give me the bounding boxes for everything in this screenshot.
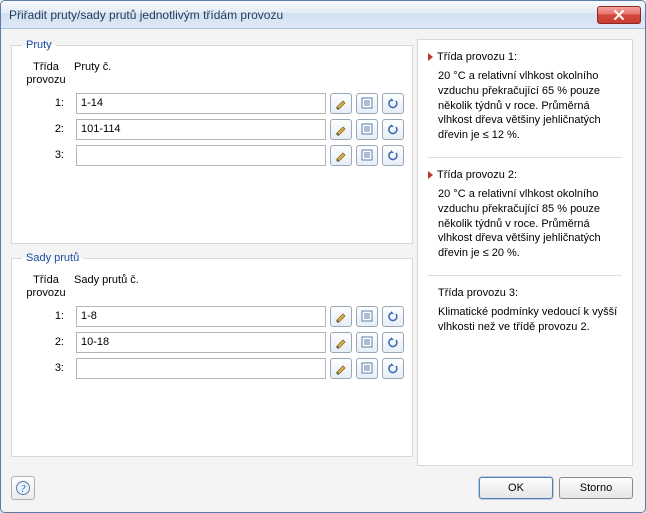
members-row-label: 3: <box>20 149 72 161</box>
members-row-label: 1: <box>20 97 72 109</box>
main-area: Pruty Třída provozu Pruty č. 1: <box>11 39 633 466</box>
members-row-label: 2: <box>20 123 72 135</box>
sets-row-label: 2: <box>20 336 72 348</box>
sets-input-1[interactable] <box>76 306 326 327</box>
picker-icon <box>334 122 348 136</box>
info-class2: Třída provozu 2: 20 °C a relativní vlhko… <box>428 168 622 261</box>
info-class2-title: Třída provozu 2: <box>437 168 517 183</box>
pick-button[interactable] <box>330 332 352 353</box>
members-input-2[interactable] <box>76 119 326 140</box>
info-class1-title: Třída provozu 1: <box>437 50 517 65</box>
reset-button[interactable] <box>382 306 404 327</box>
list-button[interactable] <box>356 358 378 379</box>
members-header: Třída provozu Pruty č. <box>20 61 404 86</box>
divider <box>428 157 622 158</box>
svg-text:?: ? <box>21 484 26 495</box>
info-class1-text: 20 °C a relativní vlhkost okolního vzduc… <box>428 69 622 143</box>
close-icon <box>613 10 625 20</box>
members-input-3[interactable] <box>76 145 326 166</box>
info-class3-title: Třída provozu 3: <box>438 286 518 301</box>
pick-button[interactable] <box>330 306 352 327</box>
pick-button[interactable] <box>330 358 352 379</box>
bullet-icon <box>428 53 433 61</box>
sets-header: Třída provozu Sady prutů č. <box>20 274 404 299</box>
picker-icon <box>334 361 348 375</box>
group-sets: Sady prutů Třída provozu Sady prutů č. 1… <box>11 252 413 457</box>
info-class1: Třída provozu 1: 20 °C a relativní vlhko… <box>428 50 622 143</box>
pick-button[interactable] <box>330 145 352 166</box>
divider <box>428 275 622 276</box>
reset-button[interactable] <box>382 119 404 140</box>
group-sets-legend: Sady prutů <box>22 252 83 264</box>
window-title: Přiřadit pruty/sady prutů jednotlivým tř… <box>9 8 597 22</box>
list-button[interactable] <box>356 145 378 166</box>
undo-icon <box>386 335 400 349</box>
picker-icon <box>334 309 348 323</box>
picker-icon <box>334 148 348 162</box>
help-button[interactable]: ? <box>11 476 35 500</box>
sets-input-2[interactable] <box>76 332 326 353</box>
undo-icon <box>386 122 400 136</box>
client-area: Pruty Třída provozu Pruty č. 1: <box>1 29 645 512</box>
group-members: Pruty Třída provozu Pruty č. 1: <box>11 39 413 244</box>
list-icon <box>360 309 374 323</box>
sets-header-class: Třída provozu <box>20 274 72 299</box>
close-button[interactable] <box>597 6 641 24</box>
dialog-window: Přiřadit pruty/sady prutů jednotlivým tř… <box>0 0 646 513</box>
info-class3-text: Klimatické podmínky vedoucí k vyšší vlhk… <box>428 305 622 335</box>
pick-button[interactable] <box>330 93 352 114</box>
bullet-icon <box>428 171 433 179</box>
reset-button[interactable] <box>382 358 404 379</box>
reset-button[interactable] <box>382 93 404 114</box>
pick-button[interactable] <box>330 119 352 140</box>
list-button[interactable] <box>356 119 378 140</box>
list-button[interactable] <box>356 93 378 114</box>
sets-header-list: Sady prutů č. <box>72 274 404 299</box>
help-icon: ? <box>15 480 31 496</box>
info-panel: Třída provozu 1: 20 °C a relativní vlhko… <box>417 39 633 466</box>
dialog-button-row: ? OK Storno <box>11 466 633 502</box>
list-button[interactable] <box>356 332 378 353</box>
group-members-legend: Pruty <box>22 39 56 51</box>
list-icon <box>360 148 374 162</box>
sets-input-3[interactable] <box>76 358 326 379</box>
ok-button[interactable]: OK <box>479 477 553 499</box>
undo-icon <box>386 361 400 375</box>
list-button[interactable] <box>356 306 378 327</box>
list-icon <box>360 96 374 110</box>
sets-row: 1: <box>20 303 404 329</box>
list-icon <box>360 361 374 375</box>
info-class3: Třída provozu 3: Klimatické podmínky ved… <box>428 286 622 335</box>
members-row: 3: <box>20 142 404 168</box>
picker-icon <box>334 335 348 349</box>
list-icon <box>360 122 374 136</box>
members-header-list: Pruty č. <box>72 61 404 86</box>
members-row: 2: <box>20 116 404 142</box>
members-input-1[interactable] <box>76 93 326 114</box>
reset-button[interactable] <box>382 332 404 353</box>
sets-row-label: 1: <box>20 310 72 322</box>
cancel-button[interactable]: Storno <box>559 477 633 499</box>
undo-icon <box>386 96 400 110</box>
undo-icon <box>386 309 400 323</box>
list-icon <box>360 335 374 349</box>
titlebar: Přiřadit pruty/sady prutů jednotlivým tř… <box>1 1 645 29</box>
sets-row-label: 3: <box>20 362 72 374</box>
members-row: 1: <box>20 90 404 116</box>
members-header-class: Třída provozu <box>20 61 72 86</box>
picker-icon <box>334 96 348 110</box>
undo-icon <box>386 148 400 162</box>
info-class2-text: 20 °C a relativní vlhkost okolního vzduc… <box>428 187 622 261</box>
sets-row: 3: <box>20 355 404 381</box>
left-column: Pruty Třída provozu Pruty č. 1: <box>11 39 407 466</box>
sets-row: 2: <box>20 329 404 355</box>
reset-button[interactable] <box>382 145 404 166</box>
